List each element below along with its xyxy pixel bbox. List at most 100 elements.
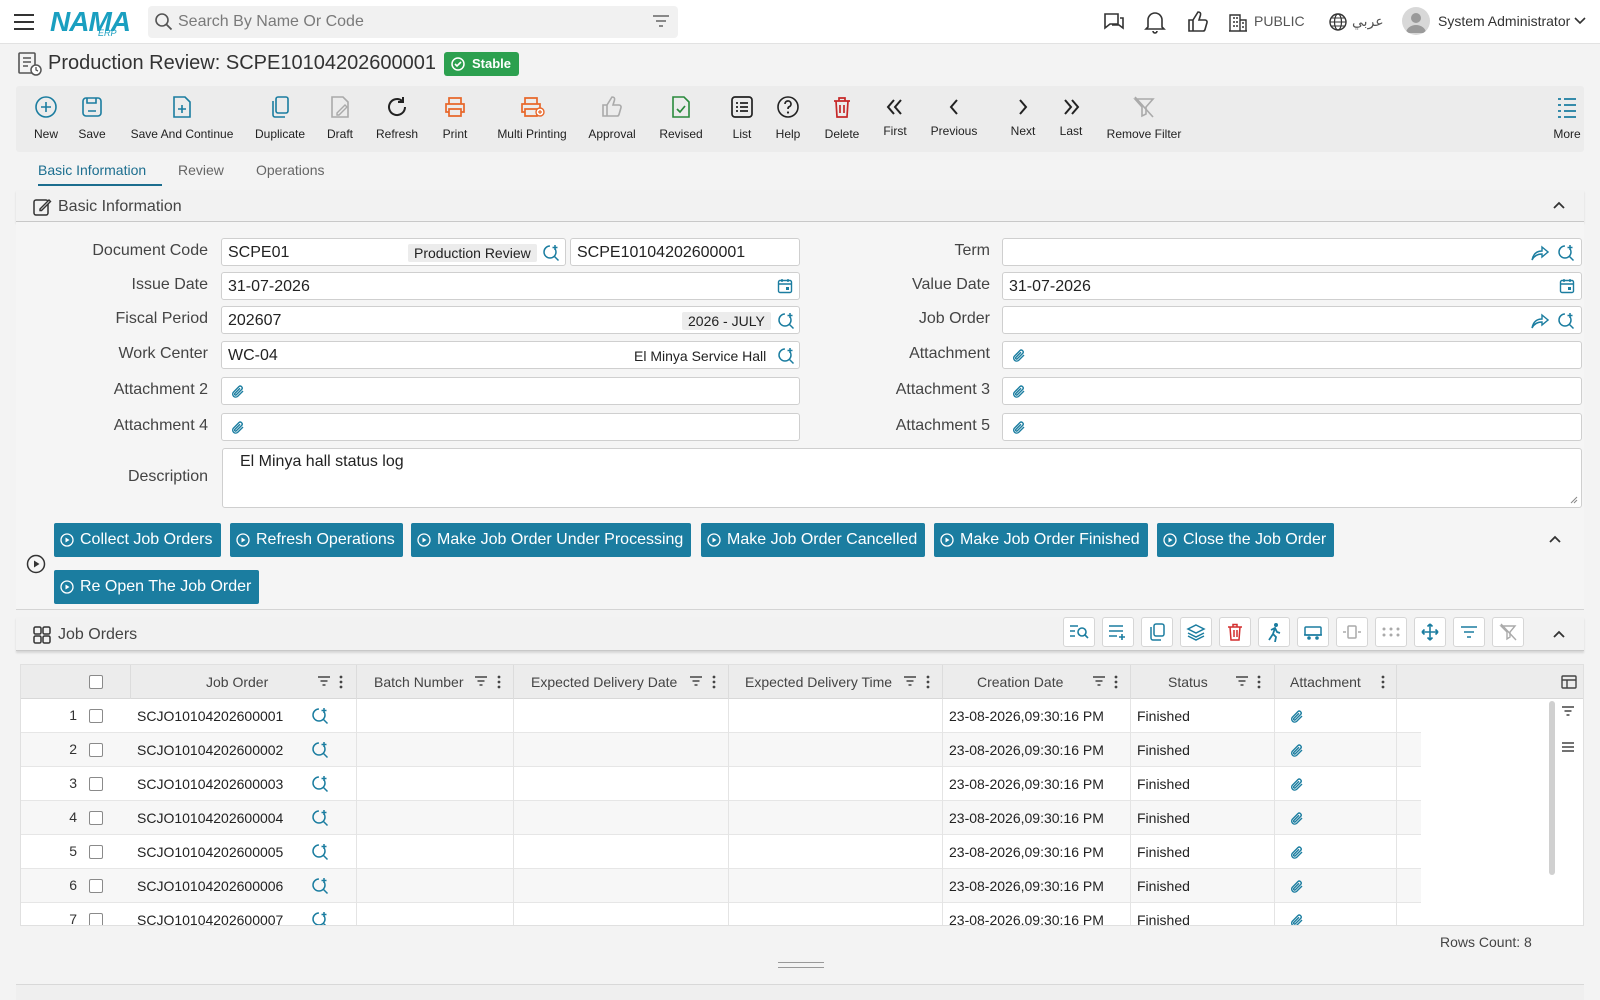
filter-icon[interactable] xyxy=(652,14,670,28)
column-header-status[interactable]: Status xyxy=(1131,665,1275,699)
last-button[interactable]: Last xyxy=(1056,86,1086,152)
cell-status[interactable]: Finished xyxy=(1131,699,1275,733)
share-icon[interactable] xyxy=(1531,244,1549,262)
cell-creation-date[interactable]: 23-08-2026,09:30:16 PM xyxy=(943,699,1131,733)
table-row[interactable]: 7 SCJO10104202600007 23-08-2026,09:30:16 P… xyxy=(21,903,1421,926)
column-menu-icon[interactable] xyxy=(497,675,501,689)
move-button[interactable] xyxy=(1414,617,1446,647)
user-name[interactable]: System Administrator xyxy=(1438,13,1570,29)
cell-status[interactable]: Finished xyxy=(1131,869,1275,903)
cell-attachment[interactable] xyxy=(1275,733,1397,767)
cell-expected-delivery-time[interactable] xyxy=(729,869,943,903)
tab-basic-information[interactable]: Basic Information xyxy=(38,162,146,178)
cell-expected-delivery-date[interactable] xyxy=(514,699,729,733)
column-menu-icon[interactable] xyxy=(712,675,716,689)
column-filter-icon[interactable] xyxy=(474,675,488,687)
attachment-4-field[interactable] xyxy=(221,413,800,441)
work-center-field[interactable]: WC-04 El Minya Service Hall xyxy=(221,341,800,369)
cell-attachment[interactable] xyxy=(1275,699,1397,733)
first-button[interactable]: First xyxy=(880,86,910,152)
cell-status[interactable]: Finished xyxy=(1131,733,1275,767)
lookup-icon[interactable] xyxy=(311,707,329,725)
paperclip-icon[interactable] xyxy=(1289,878,1305,896)
cell-expected-delivery-date[interactable] xyxy=(514,903,729,925)
cell-status[interactable]: Finished xyxy=(1131,835,1275,869)
cell-batch-number[interactable] xyxy=(357,801,514,835)
document-code-field[interactable]: SCPE01 Production Review xyxy=(221,238,566,266)
run-button[interactable] xyxy=(1258,617,1290,647)
cell-attachment[interactable] xyxy=(1275,767,1397,801)
cell-expected-delivery-date[interactable] xyxy=(514,801,729,835)
layers-button[interactable] xyxy=(1180,617,1212,647)
clear-filter-button[interactable] xyxy=(1492,617,1524,647)
next-button[interactable]: Next xyxy=(1006,86,1040,152)
lookup-icon[interactable] xyxy=(1557,244,1575,262)
cell-expected-delivery-time[interactable] xyxy=(729,801,943,835)
share-icon[interactable] xyxy=(1531,312,1549,330)
cell-expected-delivery-date[interactable] xyxy=(514,869,729,903)
chevron-down-icon[interactable] xyxy=(1574,16,1586,26)
attachment-field[interactable] xyxy=(1002,341,1582,369)
thumbs-up-icon[interactable] xyxy=(1186,10,1210,34)
cell-batch-number[interactable] xyxy=(357,767,514,801)
bell-icon[interactable] xyxy=(1144,10,1166,34)
print-button[interactable]: Print xyxy=(438,86,472,152)
list-button[interactable]: List xyxy=(728,86,756,152)
description-textarea[interactable]: El Minya hall status log xyxy=(222,448,1582,508)
cell-creation-date[interactable]: 23-08-2026,09:30:16 PM xyxy=(943,835,1131,869)
attachment-5-field[interactable] xyxy=(1002,413,1582,441)
add-rows-button[interactable] xyxy=(1102,617,1134,647)
lookup-icon[interactable] xyxy=(311,911,329,926)
draft-button[interactable]: Draft xyxy=(324,86,356,152)
delete-button[interactable]: Delete xyxy=(822,86,862,152)
duplicate-button[interactable]: Duplicate xyxy=(254,86,306,152)
lookup-icon[interactable] xyxy=(777,312,795,330)
cell-attachment[interactable] xyxy=(1275,801,1397,835)
column-menu-icon[interactable] xyxy=(1381,675,1385,689)
cell-creation-date[interactable]: 23-08-2026,09:30:16 PM xyxy=(943,903,1131,925)
tab-review[interactable]: Review xyxy=(178,162,224,178)
tab-operations[interactable]: Operations xyxy=(256,162,324,178)
make-job-order-cancelled-button[interactable]: Make Job Order Cancelled xyxy=(701,523,926,557)
chevron-up-icon[interactable] xyxy=(1548,534,1562,544)
resize-grip[interactable] xyxy=(778,962,824,968)
paperclip-icon[interactable] xyxy=(1011,383,1027,401)
cell-status[interactable]: Finished xyxy=(1131,801,1275,835)
column-filter-icon[interactable] xyxy=(1235,675,1249,687)
table-row[interactable]: 5 SCJO10104202600005 23-08-2026,09:30:16 P… xyxy=(21,835,1421,869)
paperclip-icon[interactable] xyxy=(1289,742,1305,760)
cell-job-order[interactable]: SCJO10104202600007 xyxy=(131,903,357,926)
advanced-search-button[interactable] xyxy=(1063,617,1095,647)
calendar-icon[interactable] xyxy=(1559,278,1575,294)
approval-button[interactable]: Approval xyxy=(586,86,638,152)
transfer-button[interactable] xyxy=(1297,617,1329,647)
cell-expected-delivery-time[interactable] xyxy=(729,903,943,925)
close-job-order-button[interactable]: Close the Job Order xyxy=(1157,523,1335,557)
paperclip-icon[interactable] xyxy=(1289,810,1305,828)
cell-expected-delivery-time[interactable] xyxy=(729,733,943,767)
fiscal-period-field[interactable]: 202607 2026 - JULY xyxy=(221,306,800,334)
save-button[interactable]: Save xyxy=(76,86,108,152)
cell-batch-number[interactable] xyxy=(357,733,514,767)
cell-attachment[interactable] xyxy=(1275,903,1397,926)
columns-icon[interactable] xyxy=(1561,675,1577,689)
revised-button[interactable]: Revised xyxy=(656,86,706,152)
table-row[interactable]: 3 SCJO10104202600003 23-08-2026,09:30:16 P… xyxy=(21,767,1421,801)
cell-job-order[interactable]: SCJO10104202600006 xyxy=(131,869,357,903)
paperclip-icon[interactable] xyxy=(1011,347,1027,365)
attachment-3-field[interactable] xyxy=(1002,377,1582,405)
cell-attachment[interactable] xyxy=(1275,835,1397,869)
paperclip-icon[interactable] xyxy=(1289,912,1305,926)
previous-button[interactable]: Previous xyxy=(926,86,982,152)
paperclip-icon[interactable] xyxy=(1011,419,1027,437)
cell-expected-delivery-time[interactable] xyxy=(729,767,943,801)
calendar-icon[interactable] xyxy=(777,278,793,294)
cell-creation-date[interactable]: 23-08-2026,09:30:16 PM xyxy=(943,767,1131,801)
cell-creation-date[interactable]: 23-08-2026,09:30:16 PM xyxy=(943,733,1131,767)
cell-batch-number[interactable] xyxy=(357,835,514,869)
lookup-icon[interactable] xyxy=(311,775,329,793)
table-row[interactable]: 6 SCJO10104202600006 23-08-2026,09:30:16 P… xyxy=(21,869,1421,903)
column-menu-icon[interactable] xyxy=(339,675,343,689)
row-checkbox[interactable] xyxy=(89,811,103,825)
cell-expected-delivery-date[interactable] xyxy=(514,835,729,869)
